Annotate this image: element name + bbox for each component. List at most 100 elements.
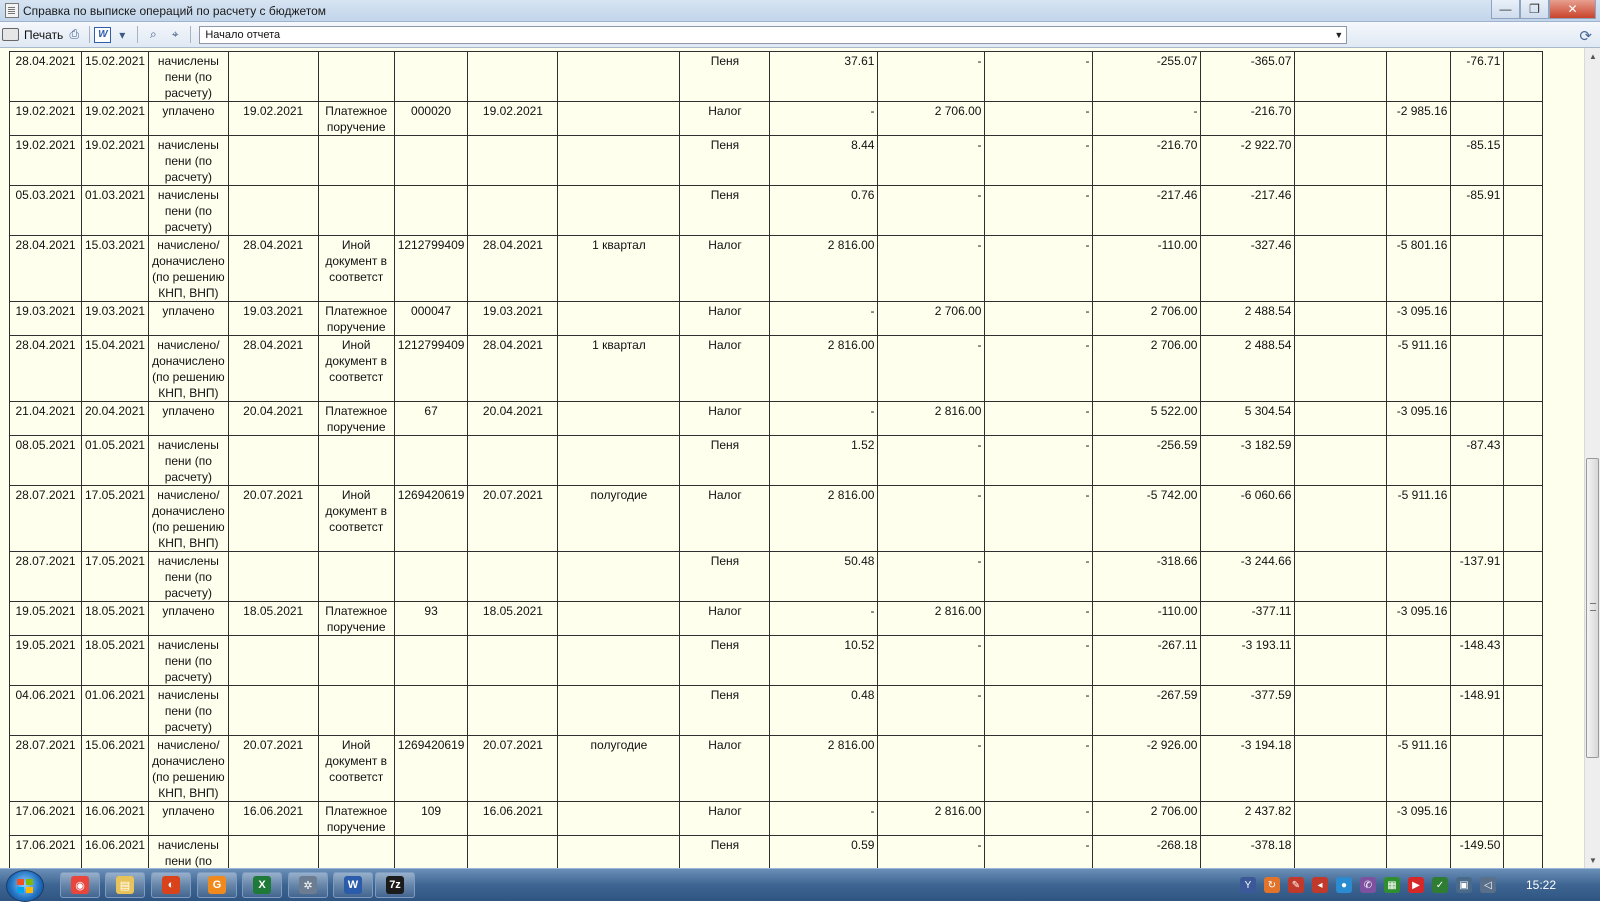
cell-reduced: - (984, 401, 1094, 436)
cell-tax-balance (1386, 185, 1452, 236)
cell-doc-date: 18.05.2021 (227, 601, 319, 636)
clock[interactable]: 15:22 (1526, 878, 1556, 892)
search-icon[interactable]: ⌕ (145, 27, 161, 43)
cell-balance-total: -3 194.18 (1200, 735, 1296, 802)
cell-due-date: 16.06.2021 (80, 835, 150, 868)
cell-doc-date-2: 20.07.2021 (467, 485, 559, 552)
cell-operation-type: начислены пени (по расчету) (148, 551, 229, 602)
cell-doc-date-2: 16.06.2021 (467, 801, 559, 836)
cell-doc-number: 1212799409 (393, 235, 469, 302)
cell-due-date: 15.04.2021 (80, 335, 150, 402)
cell-payment-kind: Пеня (679, 135, 771, 186)
cell-posting-date: 28.07.2021 (9, 735, 82, 802)
network-status-tray-icon[interactable]: ✓ (1431, 877, 1448, 893)
cell-col-end (1503, 335, 1544, 402)
cell-period (557, 801, 681, 836)
taskbar-button[interactable]: ◐ (151, 872, 191, 898)
cell-payment-kind: Налог (679, 801, 771, 836)
cell-col-end (1503, 301, 1544, 336)
cell-doc-date: 28.04.2021 (227, 335, 319, 402)
cell-doc-date-2: 20.04.2021 (467, 401, 559, 436)
cell-posting-date: 28.07.2021 (9, 551, 82, 602)
cell-balance: -2 926.00 (1092, 735, 1202, 802)
refresh-icon[interactable]: ⟳ (1579, 27, 1592, 45)
section-select[interactable]: Начало отчета ▼ (199, 25, 1348, 44)
scroll-up-icon[interactable]: ▲ (1585, 48, 1600, 64)
7zip-icon: 7z (386, 876, 404, 894)
cell-doc-date-2 (467, 635, 559, 686)
taskbar-button[interactable]: X (242, 872, 282, 898)
print-preview-icon[interactable]: ⎙ (66, 27, 82, 43)
sound-alert-tray-icon[interactable]: ◂ (1311, 877, 1328, 893)
cell-period (557, 635, 681, 686)
maximize-button[interactable]: ❐ (1520, 0, 1549, 19)
cell-doc-date-2 (467, 185, 559, 236)
scroll-down-icon[interactable]: ▼ (1585, 852, 1600, 868)
cell-doc-type (317, 135, 395, 186)
cell-posting-date: 28.07.2021 (9, 485, 82, 552)
cell-doc-date (227, 635, 319, 686)
cell-period: полугодие (557, 735, 681, 802)
cell-doc-date (227, 435, 319, 486)
cell-operation-type: начислено/ доначислено (по решению КНП, … (148, 335, 229, 402)
taskbar-button[interactable]: ◉ (60, 872, 100, 898)
cell-accrued: 37.61 (769, 51, 879, 102)
taskbar-button[interactable]: G (197, 872, 237, 898)
yandex-tray-icon[interactable]: Y (1239, 877, 1256, 893)
cell-posting-date: 19.03.2021 (9, 301, 82, 336)
table-row: 28.07.2021 15.06.2021 начислено/ доначисле… (9, 735, 1544, 802)
find-next-icon[interactable]: ⌖ (167, 27, 183, 43)
cell-tax-balance (1386, 51, 1452, 102)
start-button[interactable] (6, 870, 44, 902)
print-button[interactable]: Печать (2, 28, 63, 42)
network-tray-icon[interactable]: ▣ (1455, 877, 1472, 893)
cell-doc-type (317, 835, 395, 868)
messenger-tray-icon[interactable]: ● (1335, 877, 1352, 893)
cell-accrued: - (769, 401, 879, 436)
cell-doc-number: 1269420619 (393, 735, 469, 802)
cell-col-blank (1294, 101, 1388, 136)
viber-tray-icon[interactable]: ✆ (1359, 877, 1376, 893)
cell-operation-type: начислено/ доначислено (по решению КНП, … (148, 485, 229, 552)
volume-tray-icon[interactable]: ◁ (1479, 877, 1496, 893)
cell-payment-kind: Налог (679, 335, 771, 402)
scroll-thumb[interactable] (1586, 458, 1599, 758)
taskbar-button[interactable]: 7z (375, 872, 415, 898)
tool-tray-icon[interactable]: ✎ (1287, 877, 1304, 893)
cell-penalty-balance (1450, 301, 1505, 336)
taskbar-button[interactable]: W (333, 872, 373, 898)
cell-payment-kind: Пеня (679, 435, 771, 486)
cell-due-date: 20.04.2021 (80, 401, 150, 436)
windows-logo-icon (17, 879, 33, 893)
update-tray-icon[interactable]: ↻ (1263, 877, 1280, 893)
video-tray-icon[interactable]: ▶ (1407, 877, 1424, 893)
cell-col-end (1503, 835, 1544, 868)
cell-col-end (1503, 601, 1544, 636)
cell-reduced: - (984, 735, 1094, 802)
cell-balance: -216.70 (1092, 135, 1202, 186)
export-word-icon[interactable]: W (94, 26, 112, 43)
close-button[interactable]: ✕ (1549, 0, 1596, 19)
antivirus-tray-icon[interactable]: ▦ (1383, 877, 1400, 893)
taskbar-button[interactable]: ✲ (288, 872, 328, 898)
cell-balance-total: 2 488.54 (1200, 335, 1296, 402)
chevron-down-icon[interactable]: ▼ (1334, 30, 1343, 40)
table-row: 08.05.2021 01.05.2021 начислены пени (по р… (9, 435, 1544, 486)
cell-paid: - (877, 551, 986, 602)
cell-doc-number (393, 685, 469, 736)
cell-period (557, 835, 681, 868)
cell-tax-balance (1386, 435, 1452, 486)
cell-payment-kind: Пеня (679, 551, 771, 602)
cell-posting-date: 28.04.2021 (9, 235, 82, 302)
minimize-button[interactable]: — (1491, 0, 1520, 19)
pdf-reader-icon: ◐ (162, 876, 180, 894)
vertical-scrollbar[interactable]: ▲ ▼ (1584, 48, 1600, 868)
cell-posting-date: 21.04.2021 (9, 401, 82, 436)
cell-doc-date (227, 51, 319, 102)
taskbar-button[interactable]: ▤ (105, 872, 145, 898)
cell-posting-date: 28.04.2021 (9, 51, 82, 102)
cell-tax-balance (1386, 685, 1452, 736)
chevron-down-icon[interactable]: ▾ (114, 27, 130, 43)
cell-period (557, 551, 681, 602)
cell-payment-kind: Пеня (679, 185, 771, 236)
